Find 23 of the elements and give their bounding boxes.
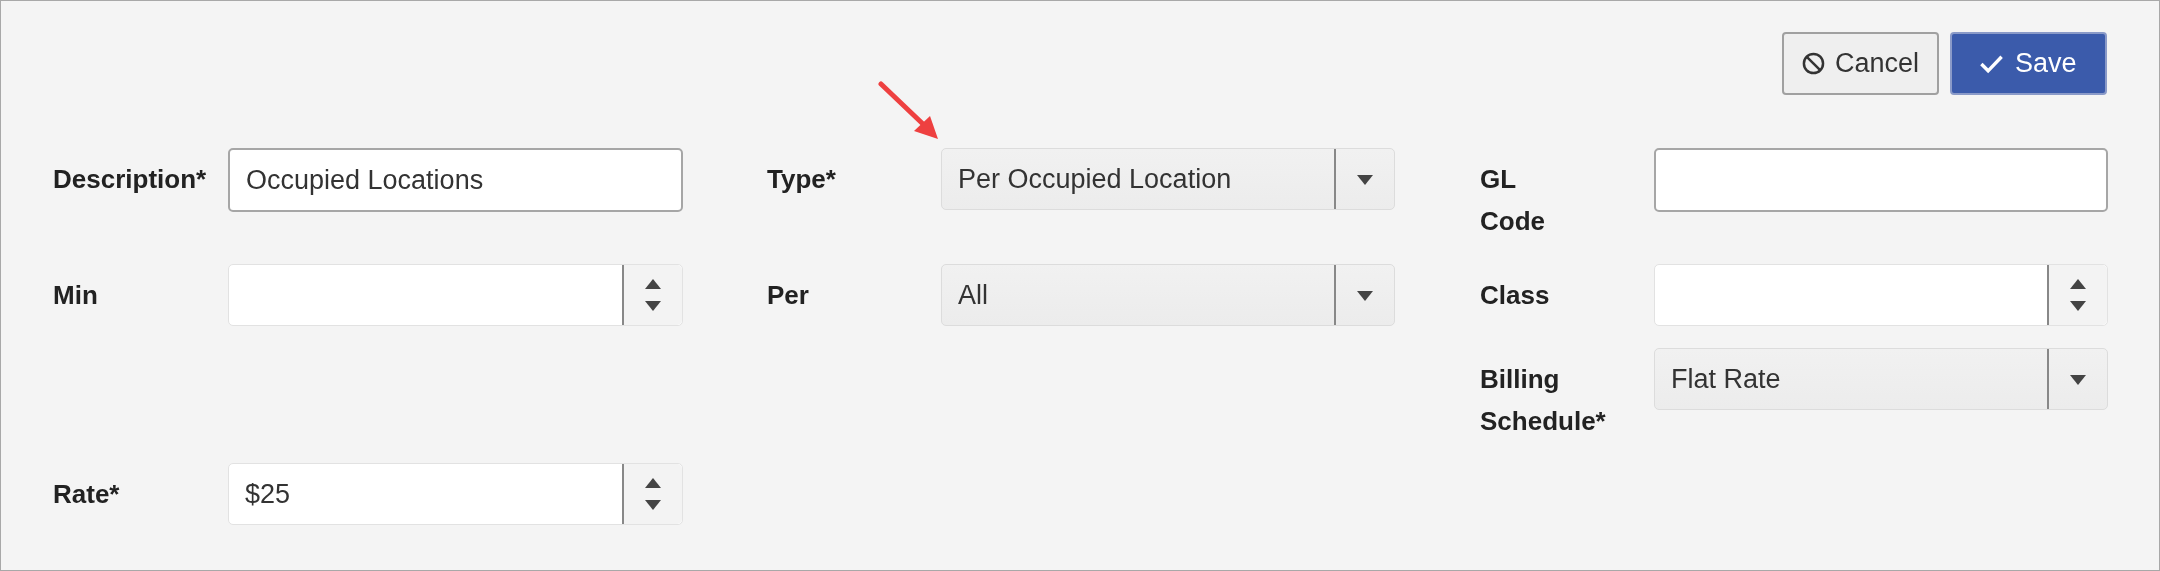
caret-icon	[2069, 374, 2087, 386]
cancel-button[interactable]: Cancel	[1782, 32, 1939, 95]
save-button[interactable]: Save	[1950, 32, 2107, 95]
annotation-arrow	[878, 81, 940, 141]
number-field[interactable]	[1654, 264, 2108, 326]
dropdown[interactable]: All	[941, 264, 1395, 326]
caret-icon	[1356, 174, 1374, 186]
field-label: Type*	[767, 163, 837, 196]
field-label: Rate*	[53, 478, 121, 511]
text-field[interactable]	[1654, 148, 2108, 212]
field-label: Description*	[53, 163, 208, 196]
number-field[interactable]: $25	[228, 463, 683, 525]
field-label: Class	[1480, 279, 1550, 312]
field-label: Billing Schedule*	[1480, 363, 1606, 438]
field-label: GL Code	[1480, 163, 1545, 238]
text-field[interactable]: Occupied Locations	[228, 148, 683, 212]
dropdown[interactable]: Per Occupied Location	[941, 148, 1395, 210]
number-field[interactable]	[228, 264, 683, 326]
dropdown[interactable]: Flat Rate	[1654, 348, 2108, 410]
field-label: Min	[53, 279, 99, 312]
field-label: Per	[767, 279, 810, 312]
cancel-icon	[1802, 50, 1825, 77]
caret-icon	[1356, 290, 1374, 302]
